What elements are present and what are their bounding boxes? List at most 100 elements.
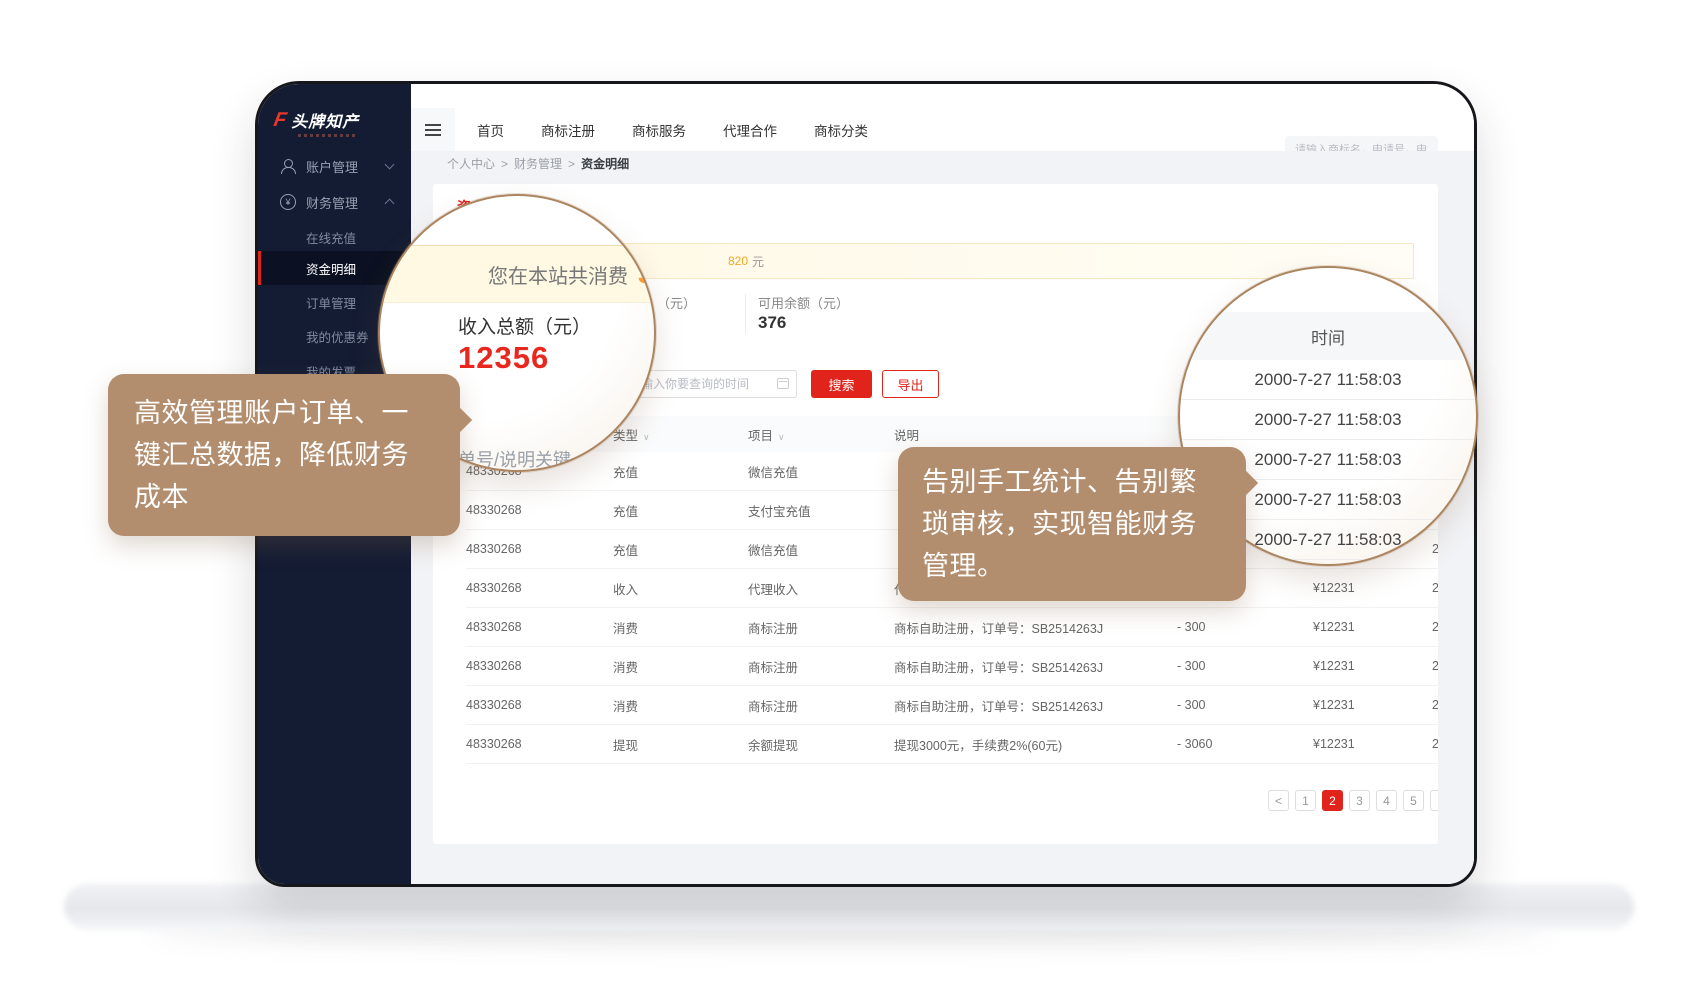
balance-stat-label: 可用余额（元）: [758, 293, 849, 312]
sidebar-item-label: 在线充值: [306, 228, 356, 247]
cell-amount: - 3060: [1177, 737, 1313, 751]
cell-order: 48330268: [466, 542, 613, 556]
calendar-icon[interactable]: [777, 378, 789, 389]
cell-order: 48330268: [466, 698, 613, 712]
breadcrumb-separator: >: [568, 157, 575, 171]
callout-right-text: 告别手工统计、告别繁琐审核，实现智能财务管理。: [922, 467, 1197, 581]
cell-type: 充值: [613, 462, 748, 481]
brand-logo[interactable]: F 头牌知产: [274, 108, 359, 132]
banner-amount-fragment: 820: [728, 254, 748, 268]
cell-order: 48330268: [466, 659, 613, 673]
cell-project: 商标注册: [748, 657, 894, 676]
sidebar-item-label: 财务管理: [306, 193, 358, 212]
hamburger-icon[interactable]: [411, 108, 455, 151]
sidebar-item-label: 资金明细: [306, 259, 356, 278]
cell-project: 余额提现: [748, 735, 894, 754]
chevron-up-icon: [385, 199, 395, 209]
balance-stat-value: 376: [758, 313, 786, 333]
banner-tail: 820 元: [728, 244, 764, 278]
cell-amount: - 300: [1177, 620, 1313, 634]
breadcrumb-section[interactable]: 财务管理: [514, 155, 562, 172]
cell-type: 提现: [613, 735, 748, 754]
cell-balance: ¥12231: [1313, 659, 1432, 673]
cell-order: 48330268: [466, 503, 613, 517]
export-button[interactable]: 导出: [882, 370, 939, 398]
page-button-1[interactable]: 1: [1295, 790, 1316, 811]
cell-balance: ¥12231: [1313, 620, 1432, 634]
callout-right: 告别手工统计、告别繁琐审核，实现智能财务管理。: [898, 447, 1246, 601]
magnified-banner-prefix: 您在本站共消费: [488, 260, 628, 289]
sidebar-item-label: 账户管理: [306, 157, 358, 176]
magnified-income-value: 12356: [458, 340, 549, 376]
cell-desc: 商标自助注册，订单号：SB2514263J: [894, 696, 1177, 715]
cell-type: 充值: [613, 540, 748, 559]
date-query-input[interactable]: [630, 370, 797, 398]
page-button-4[interactable]: 4: [1376, 790, 1397, 811]
cell-order: 48330268: [466, 737, 613, 751]
table-row: 48330268 消费 商标注册 商标自助注册，订单号：SB2514263J -…: [466, 608, 1438, 647]
top-nav: 首页 商标注册 商标服务 代理合作 商标分类: [477, 120, 868, 140]
cell-time: 2000-7-27 11:58:03: [1432, 659, 1438, 673]
chevron-down-icon: [385, 160, 395, 170]
cell-type: 收入: [613, 579, 748, 598]
cell-desc: 提现3000元，手续费2%(60元): [894, 735, 1177, 754]
sidebar-item-label: 我的优惠券: [306, 327, 369, 346]
sidebar-item-finance[interactable]: ¥ 财务管理: [258, 185, 411, 219]
cell-type: 消费: [613, 618, 748, 637]
prev-page-button[interactable]: <: [1268, 790, 1289, 811]
cell-project: 商标注册: [748, 618, 894, 637]
breadcrumb-separator: >: [501, 157, 508, 171]
search-button[interactable]: 搜索: [811, 370, 872, 398]
cell-time: 2000-7-27 11:58:03: [1432, 737, 1438, 751]
cell-desc: 商标自助注册，订单号：SB2514263J: [894, 657, 1177, 676]
nav-item-trademark-category[interactable]: 商标分类: [814, 120, 868, 140]
topbar: 首页 商标注册 商标服务 代理合作 商标分类: [411, 108, 1474, 151]
page-button-5[interactable]: 5: [1403, 790, 1424, 811]
cell-amount: - 300: [1177, 698, 1313, 712]
cell-type: 充值: [613, 501, 748, 520]
magnified-time-cell: 2000-7-27 11:58:03: [1180, 360, 1476, 400]
table-row: 48330268 消费 商标注册 商标自助注册，订单号：SB2514263J -…: [466, 647, 1438, 686]
cell-balance: ¥12231: [1313, 581, 1432, 595]
page-button-2-active[interactable]: 2: [1322, 790, 1343, 811]
cell-project: 代理收入: [748, 579, 894, 598]
cell-desc: 商标自助注册，订单号：SB2514263J: [894, 618, 1177, 637]
magnified-income-label: 收入总额（元）: [458, 312, 591, 339]
cell-type: 消费: [613, 696, 748, 715]
header-desc: 说明: [894, 425, 1177, 444]
page-button-3[interactable]: 3: [1349, 790, 1370, 811]
cell-balance: ¥12231: [1313, 737, 1432, 751]
magnified-time-cell: 2000-7-27 11:58:03: [1180, 400, 1476, 440]
magnified-banner-amount: 32124: [638, 259, 656, 290]
cell-project: 微信充值: [748, 540, 894, 559]
stat-label-fragment: （元）: [657, 293, 696, 312]
cell-project: 微信充值: [748, 462, 894, 481]
nav-item-agency[interactable]: 代理合作: [723, 120, 777, 140]
header-project[interactable]: 项目: [748, 425, 894, 444]
table-row: 48330268 提现 余额提现 提现3000元，手续费2%(60元) - 30…: [466, 725, 1438, 764]
cell-type: 消费: [613, 657, 748, 676]
stat-divider: [745, 294, 746, 334]
cell-time: 2000-7-27 11:58:03: [1432, 698, 1438, 712]
cell-project: 商标注册: [748, 696, 894, 715]
cell-project: 支付宝充值: [748, 501, 894, 520]
cell-time: 2000-7-27 11:58:03: [1432, 581, 1438, 595]
page-button-partial[interactable]: [1430, 790, 1438, 811]
header-type[interactable]: 类型: [613, 425, 748, 444]
breadcrumb-root[interactable]: 个人中心: [447, 155, 495, 172]
cell-order: 48330268: [466, 620, 613, 634]
nav-item-trademark-register[interactable]: 商标注册: [541, 120, 595, 140]
brand-logo-icon: F: [272, 109, 288, 132]
sidebar-item-label: 订单管理: [306, 293, 356, 312]
cell-time: 2000-7-27 11:58:03: [1432, 620, 1438, 634]
nav-item-trademark-service[interactable]: 商标服务: [632, 120, 686, 140]
user-icon: [280, 158, 296, 174]
callout-left-text: 高效管理账户订单、一键汇总数据，降低财务成本: [134, 398, 409, 512]
cell-order: 48330268: [466, 581, 613, 595]
table-row: 48330268 消费 商标注册 商标自助注册，订单号：SB2514263J -…: [466, 686, 1438, 725]
cell-balance: ¥12231: [1313, 698, 1432, 712]
nav-item-home[interactable]: 首页: [477, 120, 504, 140]
sidebar-item-account[interactable]: 账户管理: [258, 149, 411, 183]
banner-unit: 元: [752, 253, 764, 270]
pagination: < 1 2 3 4 5: [1268, 790, 1438, 811]
